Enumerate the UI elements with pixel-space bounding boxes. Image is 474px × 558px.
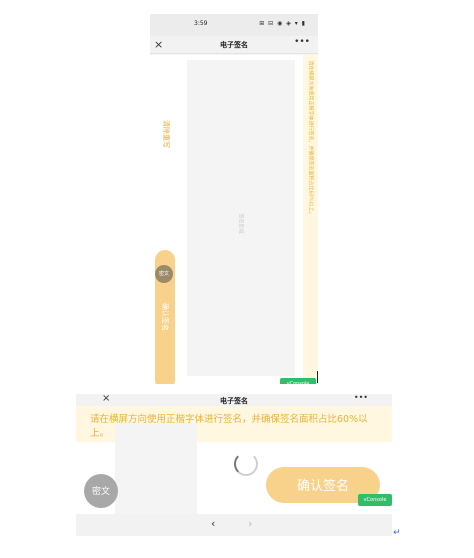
signature-pad[interactable] xyxy=(115,423,197,517)
vconsole-button[interactable]: vConsole xyxy=(358,494,392,506)
nav-bar: × 电子签名 ••• xyxy=(76,394,392,406)
vconsole-label: vConsole xyxy=(286,381,310,384)
landscape-screenshot: × 电子签名 ••• 请在横屏方向使用正楷字体进行签名，并确保签名面积占比60%… xyxy=(76,394,392,536)
more-icon[interactable]: ••• xyxy=(354,394,368,402)
more-icon[interactable]: ••• xyxy=(294,37,310,47)
tip-text: 请在横屏方向使用正楷字体进行签名，并确保签名面积占比60%以上。 xyxy=(307,60,314,217)
browser-bottom-nav: ‹ › xyxy=(76,514,392,536)
portrait-screenshot: 3:59 ⊞ ⊟ ◉ ◈ ▾ ▮ × 电子签名 ••• 清除重写 签名区域 请在… xyxy=(150,14,318,384)
confirm-label: 确认签名 xyxy=(161,303,169,331)
signature-page: 清除重写 签名区域 请在横屏方向使用正楷字体进行签名，并确保签名面积占比60%以… xyxy=(150,55,318,384)
loading-spinner-icon xyxy=(234,452,258,476)
page-title: 电子签名 xyxy=(220,397,248,405)
secret-text-button[interactable]: 密文 xyxy=(155,265,173,283)
signature-pad[interactable]: 签名区域 xyxy=(187,60,295,376)
back-icon[interactable]: ‹ xyxy=(211,517,215,530)
secret-label: 密文 xyxy=(158,271,169,277)
vconsole-button[interactable]: vConsole xyxy=(280,378,316,384)
signature-pad-hint: 签名区域 xyxy=(237,213,244,234)
text-cursor xyxy=(317,371,318,383)
status-icons: ⊞ ⊟ ◉ ◈ ▾ ▮ xyxy=(259,20,306,27)
secret-label: 密文 xyxy=(91,487,110,497)
tip-banner: 请在横屏方向使用正楷字体进行签名，并确保签名面积占比60%以上。 xyxy=(303,55,318,384)
forward-icon[interactable]: › xyxy=(248,517,252,530)
clear-button[interactable]: 清除重写 xyxy=(153,115,179,155)
vconsole-label: vConsole xyxy=(363,497,387,503)
status-time: 3:59 xyxy=(194,20,208,27)
confirm-label: 确认签名 xyxy=(296,479,349,494)
clear-label: 清除重写 xyxy=(162,120,170,148)
secret-text-button[interactable]: 密文 xyxy=(84,474,118,508)
status-bar: 3:59 ⊞ ⊟ ◉ ◈ ▾ ▮ xyxy=(150,14,318,36)
return-icon: ↵ xyxy=(393,528,401,538)
nav-bar: × 电子签名 ••• xyxy=(150,36,318,54)
page-title: 电子签名 xyxy=(220,41,248,49)
